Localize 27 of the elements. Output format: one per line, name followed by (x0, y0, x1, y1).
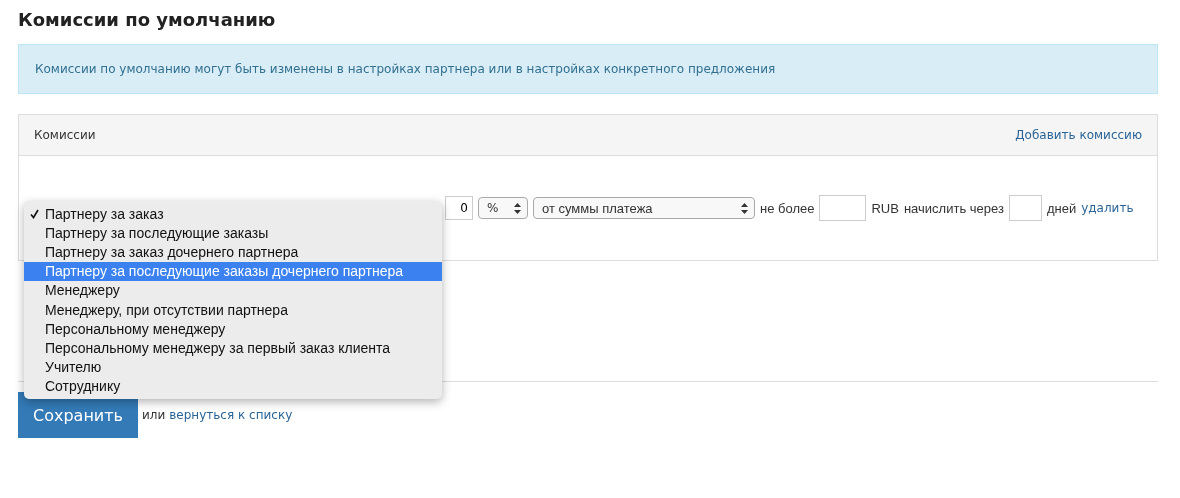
menu-item[interactable]: Партнеру за последующие заказы (24, 223, 442, 243)
menu-item[interactable]: Менеджеру, при отсутствии партнера (24, 299, 442, 320)
menu-item[interactable]: Учителю (24, 357, 442, 377)
page-title: Комиссии по умолчанию (18, 8, 277, 32)
unit-select[interactable]: % (478, 197, 528, 219)
info-alert: Комиссии по умолчанию могут быть изменены в настройках партнера или в настройках конкретного предложения (18, 44, 1158, 94)
menu-item[interactable]: Менеджеру (24, 280, 442, 300)
amount-field[interactable]: 0 (445, 196, 473, 220)
back-link[interactable]: вернуться к списку (169, 408, 293, 422)
delete-link[interactable]: удалить (1081, 201, 1134, 215)
menu-item[interactable]: Партнеру за заказ дочернего партнера (24, 242, 442, 262)
days-label: дней (1046, 200, 1077, 216)
menu-item[interactable]: Персональному менеджеру за первый заказ клиента (24, 338, 442, 358)
menu-item[interactable]: Партнеру за последующие заказы дочернего партнера (24, 261, 442, 281)
updown-icon (741, 202, 748, 214)
max-field[interactable] (819, 195, 867, 221)
max-label: не более (760, 200, 815, 216)
menu-item[interactable]: Партнеру за заказ (24, 204, 442, 224)
menu-item[interactable]: Персональному менеджеру (24, 319, 442, 339)
basis-select[interactable]: от суммы платежа (533, 197, 755, 219)
add-commission-link[interactable]: Добавить комиссию (1015, 128, 1142, 142)
panel-title: Комиссии (34, 128, 96, 142)
updown-icon (514, 202, 521, 214)
delay-field[interactable] (1008, 195, 1042, 221)
delay-label: начислить через (903, 200, 1004, 216)
or-text: или (142, 408, 166, 422)
currency-label: RUB (871, 200, 899, 216)
